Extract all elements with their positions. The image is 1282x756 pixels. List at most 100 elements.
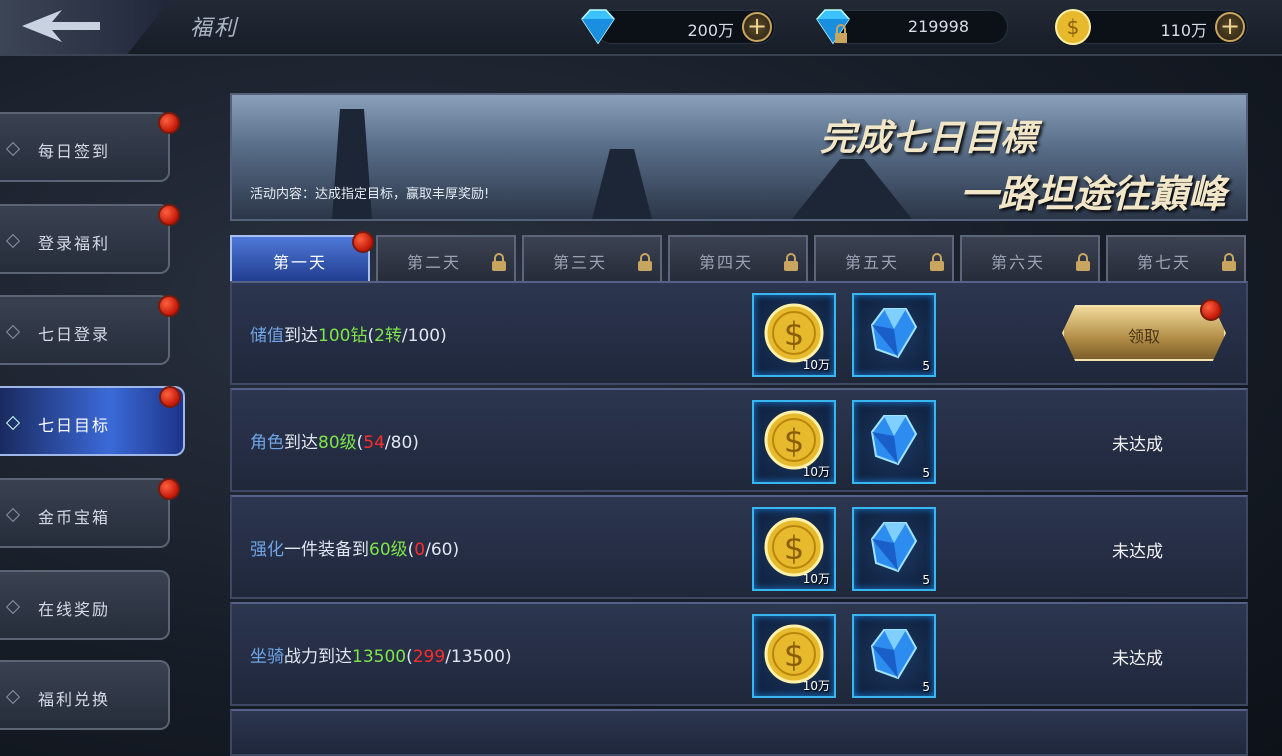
sidebar-item-login-welfare[interactable]: 登录福利 xyxy=(0,204,180,274)
event-banner: 完成七日目標 一路坦途往巔峰 活动内容：达成指定目标，赢取丰厚奖励! xyxy=(230,93,1248,221)
svg-text:$: $ xyxy=(784,422,804,460)
sidebar-item-online-reward[interactable]: 在线奖励 xyxy=(0,570,170,640)
sidebar-item-welfare-exchange[interactable]: 福利兑换 xyxy=(0,660,170,730)
diamond-bullet-icon xyxy=(5,415,21,431)
task-text: 一件装备到 xyxy=(284,540,369,560)
reward-count: 10万 xyxy=(802,358,830,372)
diamond-currency: 200万 + xyxy=(581,9,775,45)
task-progress: 54 xyxy=(363,433,385,453)
task-status: 未达成 xyxy=(1112,542,1163,562)
sidebar-item-label: 七日目标 xyxy=(38,416,111,435)
task-progress: 299 xyxy=(412,647,446,667)
sidebar-item-label: 登录福利 xyxy=(38,234,111,253)
reward-slot-gem[interactable]: 5 xyxy=(852,400,936,484)
task-target: 13500 xyxy=(352,647,407,667)
tab-day-7[interactable]: 第七天 xyxy=(1106,235,1246,281)
task-total: /13500) xyxy=(445,647,512,667)
sidebar-item-label: 福利兑换 xyxy=(38,690,111,709)
task-progress: 2转 xyxy=(374,326,402,346)
task-row xyxy=(230,709,1248,756)
task-total: /60) xyxy=(425,540,460,560)
day-tabs: 第一天 第二天 第三天 第四天 第五天 第六天 第七天 xyxy=(230,231,1248,281)
sidebar-item-label: 七日登录 xyxy=(38,325,111,344)
sidebar-item-daily-signin[interactable]: 每日签到 xyxy=(0,112,180,182)
tab-day-4[interactable]: 第四天 xyxy=(668,235,808,281)
tab-label: 第一天 xyxy=(272,253,327,272)
sidebar-item-gold-chest[interactable]: 金币宝箱 xyxy=(0,478,180,548)
lock-icon xyxy=(784,253,798,271)
lock-icon xyxy=(1076,253,1090,271)
reward-slot-gem[interactable]: 5 xyxy=(852,293,936,377)
tab-day-3[interactable]: 第三天 xyxy=(522,235,662,281)
diamond-icon xyxy=(581,9,615,45)
lock-icon xyxy=(638,253,652,271)
task-description: 坐骑战力到达13500(299/13500) xyxy=(250,642,512,667)
reward-slot-gold[interactable]: $ 10万 xyxy=(752,614,836,698)
notification-dot xyxy=(159,386,181,408)
sidebar-item-seven-day-goal[interactable]: 七日目标 xyxy=(0,386,185,456)
tab-day-1[interactable]: 第一天 xyxy=(230,231,374,281)
page-title: 福利 xyxy=(190,16,239,41)
mountain-decoration xyxy=(792,159,912,219)
diamond-bullet-icon xyxy=(5,324,21,340)
claim-button-label: 领取 xyxy=(1127,327,1160,346)
reward-count: 10万 xyxy=(802,679,830,693)
svg-text:$: $ xyxy=(784,529,804,567)
tab-day-5[interactable]: 第五天 xyxy=(814,235,954,281)
task-text: ( xyxy=(406,647,413,667)
diamond-bullet-icon xyxy=(5,233,21,249)
reward-slot-gem[interactable]: 5 xyxy=(852,507,936,591)
task-text: 战力到达 xyxy=(284,647,352,667)
reward-count: 10万 xyxy=(802,572,830,586)
reward-slot-gold[interactable]: $ 10万 xyxy=(752,507,836,591)
reward-count: 5 xyxy=(922,680,930,694)
gold-currency: $ 110万 + xyxy=(1055,9,1248,45)
add-diamond-button[interactable]: + xyxy=(742,12,772,42)
diamond-amount: 200万 xyxy=(687,21,734,40)
mountain-decoration xyxy=(592,149,652,219)
svg-text:$: $ xyxy=(784,636,804,674)
diamond-bullet-icon xyxy=(5,141,21,157)
task-row: 强化一件装备到60级(0/60) $ 10万 5 未达成 xyxy=(230,495,1248,599)
gold-amount: 110万 xyxy=(1160,21,1207,40)
task-description: 角色到达80级(54/80) xyxy=(250,428,419,453)
notification-dot xyxy=(158,295,180,317)
task-target: 60级 xyxy=(369,540,408,560)
sidebar-item-seven-day-login[interactable]: 七日登录 xyxy=(0,295,180,365)
task-text: 到达 xyxy=(284,433,318,453)
banner-headline: 完成七日目標 xyxy=(819,118,1036,159)
lock-icon xyxy=(930,253,944,271)
task-category: 储值 xyxy=(250,326,284,346)
reward-count: 5 xyxy=(922,573,930,587)
reward-count: 5 xyxy=(922,359,930,373)
svg-text:$: $ xyxy=(784,315,804,353)
reward-count: 5 xyxy=(922,466,930,480)
diamond-bullet-icon xyxy=(5,599,21,615)
sidebar-item-label: 在线奖励 xyxy=(38,600,111,619)
reward-slot-gem[interactable]: 5 xyxy=(852,614,936,698)
locked-diamond-amount: 219998 xyxy=(907,17,969,36)
task-total: /100) xyxy=(401,326,447,346)
sidebar-item-label: 每日签到 xyxy=(38,142,111,161)
top-bar: 福利 200万 + 219998 $ 110万 + xyxy=(0,0,1282,56)
reward-slot-gold[interactable]: $ 10万 xyxy=(752,400,836,484)
tab-day-6[interactable]: 第六天 xyxy=(960,235,1100,281)
task-total: /80) xyxy=(384,433,419,453)
mountain-decoration xyxy=(332,109,372,219)
notification-dot xyxy=(158,204,180,226)
task-category: 角色 xyxy=(250,433,284,453)
locked-diamond-currency: 219998 xyxy=(816,9,1008,45)
task-row: 储值到达100钻(2转/100) $ 10万 5 领取 xyxy=(230,281,1248,385)
banner-subheadline: 一路坦途往巔峰 xyxy=(959,172,1226,216)
back-button[interactable] xyxy=(0,0,170,54)
lock-icon xyxy=(1222,253,1236,271)
reward-slot-gold[interactable]: $ 10万 xyxy=(752,293,836,377)
notification-dot xyxy=(1200,299,1222,321)
task-row: 角色到达80级(54/80) $ 10万 5 未达成 xyxy=(230,388,1248,492)
main-panel: 完成七日目標 一路坦途往巔峰 活动内容：达成指定目标，赢取丰厚奖励! 第一天 第… xyxy=(230,93,1248,756)
reward-count: 10万 xyxy=(802,465,830,479)
add-gold-button[interactable]: + xyxy=(1215,12,1245,42)
tab-day-2[interactable]: 第二天 xyxy=(376,235,516,281)
task-target: 100钻 xyxy=(318,326,368,346)
diamond-bullet-icon xyxy=(5,507,21,523)
